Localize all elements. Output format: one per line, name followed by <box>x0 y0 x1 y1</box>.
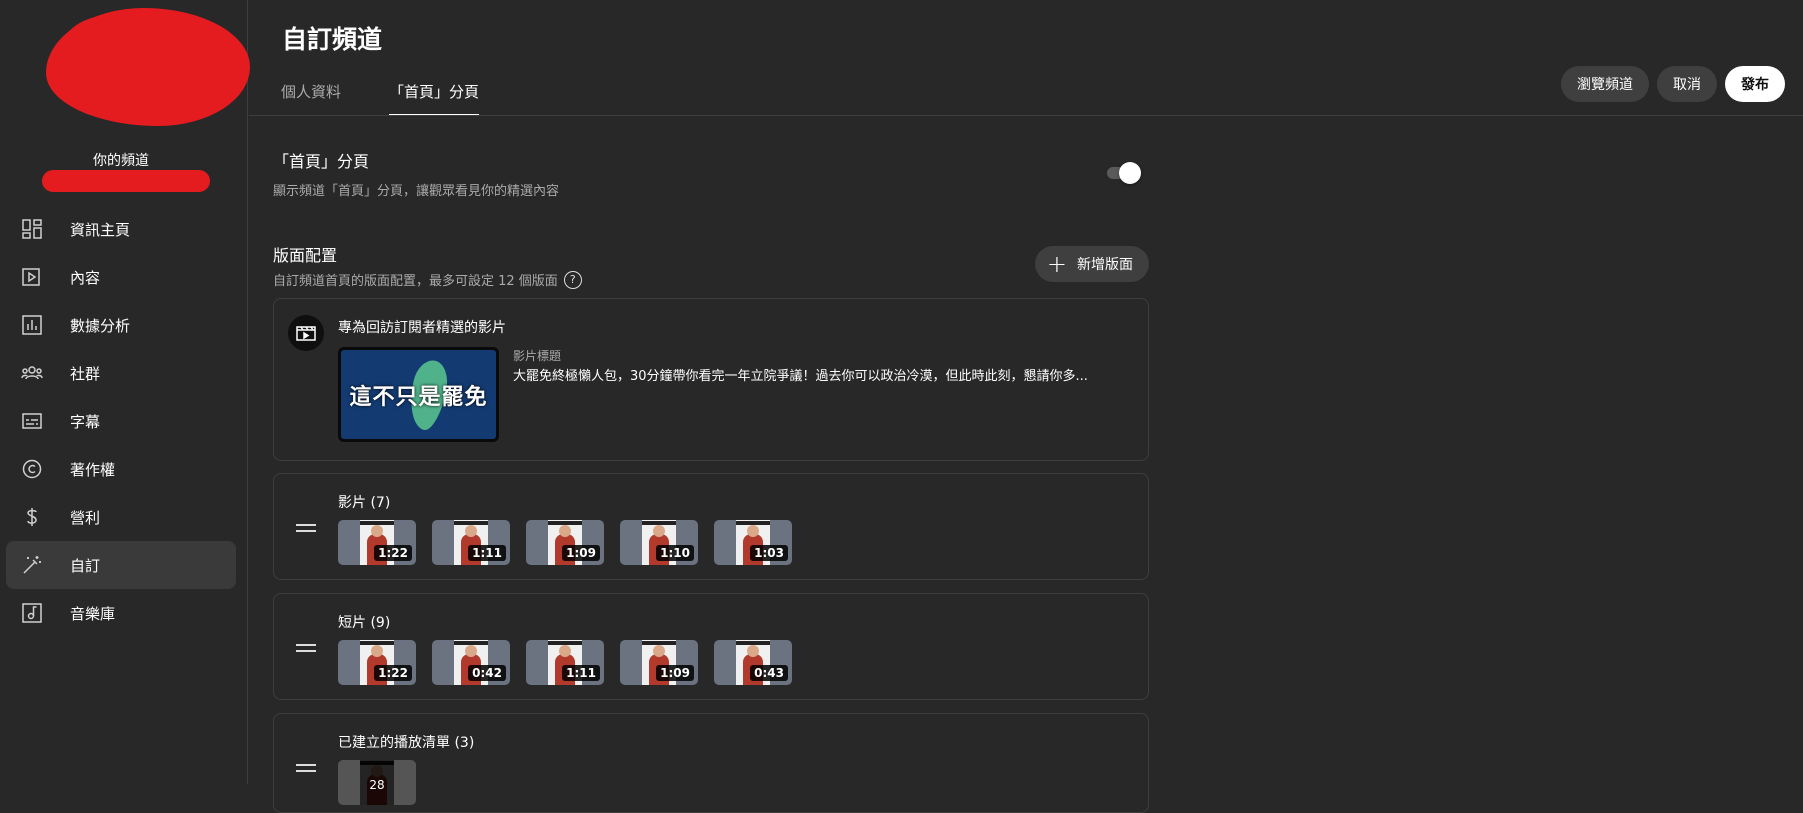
page-title: 自訂頻道 <box>282 25 383 54</box>
sidebar-item-label: 內容 <box>70 268 101 287</box>
shorts-section-card[interactable]: 短片 (9) 1:22 0:42 1:11 1:09 0:43 <box>273 593 1149 700</box>
section-title: 短片 (9) <box>338 615 391 631</box>
sidebar-item-analytics[interactable]: 數據分析 <box>6 301 236 349</box>
audio-library-icon <box>20 601 44 625</box>
duration-badge: 0:43 <box>750 665 788 681</box>
videos-section-card[interactable]: 影片 (7) 1:22 1:11 1:09 1:10 1:03 <box>273 473 1149 580</box>
sidebar-item-customization[interactable]: 自訂 <box>6 541 236 589</box>
duration-badge: 1:09 <box>562 545 600 561</box>
sidebar-item-label: 營利 <box>70 508 101 527</box>
video-thumbnail[interactable]: 1:09 <box>526 520 604 565</box>
video-thumbnails: 1:22 1:11 1:09 1:10 1:03 <box>338 520 808 565</box>
home-tab-title: 「首頁」分頁 <box>273 152 370 171</box>
plus-icon: + <box>1046 250 1067 278</box>
sidebar-item-audio-library[interactable]: 音樂庫 <box>6 589 236 637</box>
drag-handle-icon[interactable] <box>296 524 316 536</box>
playlist-thumbnail[interactable]: 28 <box>338 760 416 805</box>
publish-button[interactable]: 發布 <box>1725 66 1785 102</box>
subtitles-icon <box>20 409 44 433</box>
your-channel-label[interactable]: 你的頻道 <box>0 150 242 170</box>
tab-profile[interactable]: 個人資料 <box>281 78 341 116</box>
playlist-video-count: 28 <box>360 760 394 805</box>
add-section-button[interactable]: + 新增版面 <box>1034 246 1149 282</box>
magic-wand-icon <box>20 553 44 577</box>
sidebar-item-copyright[interactable]: 著作權 <box>6 445 236 493</box>
shorts-thumbnails: 1:22 0:42 1:11 1:09 0:43 <box>338 640 808 685</box>
sidebar-item-community[interactable]: 社群 <box>6 349 236 397</box>
help-icon[interactable]: ? <box>563 270 582 289</box>
duration-badge: 1:11 <box>468 545 506 561</box>
monetization-icon <box>20 505 44 529</box>
sidebar-item-label: 數據分析 <box>70 316 131 335</box>
dashboard-icon <box>20 217 44 241</box>
short-thumbnail[interactable]: 1:09 <box>620 640 698 685</box>
channel-name-redacted <box>42 170 210 192</box>
copyright-icon <box>20 457 44 481</box>
duration-badge: 1:10 <box>656 545 694 561</box>
duration-badge: 1:09 <box>656 665 694 681</box>
home-tab-toggle[interactable] <box>1105 162 1141 184</box>
sidebar-item-label: 音樂庫 <box>70 604 116 623</box>
sidebar-item-content[interactable]: 內容 <box>6 253 236 301</box>
section-title: 影片 (7) <box>338 495 391 511</box>
home-tab-subtitle: 顯示頻道「首頁」分頁，讓觀眾看見你的精選內容 <box>273 184 560 199</box>
header-actions: 瀏覽頻道 取消 發布 <box>1553 66 1785 102</box>
playlists-section-card[interactable]: 已建立的播放清單 (3) 28 <box>273 713 1149 813</box>
sidebar-item-monetization[interactable]: 營利 <box>6 493 236 541</box>
featured-video-icon <box>288 315 324 351</box>
sidebar: 你的頻道 資訊主頁 內容 數據分析 社群 字幕 著作權 營利 自訂 音樂庫 <box>0 0 250 784</box>
main-content: 自訂頻道 個人資料 「首頁」分頁 瀏覽頻道 取消 發布 「首頁」分頁 顯示頻道「… <box>249 0 1803 813</box>
duration-badge: 1:03 <box>750 545 788 561</box>
duration-badge: 1:22 <box>374 665 412 681</box>
sidebar-item-label: 字幕 <box>70 412 101 431</box>
drag-handle-icon[interactable] <box>296 644 316 656</box>
sidebar-item-label: 自訂 <box>70 556 101 575</box>
short-thumbnail[interactable]: 0:43 <box>714 640 792 685</box>
section-title: 已建立的播放清單 (3) <box>338 735 475 751</box>
sidebar-item-label: 著作權 <box>70 460 116 479</box>
video-title-label: 影片標題 <box>513 349 562 363</box>
tab-bar: 個人資料 「首頁」分頁 <box>281 78 527 116</box>
add-section-label: 新增版面 <box>1077 257 1133 273</box>
sidebar-item-label: 資訊主頁 <box>70 220 131 239</box>
video-title-value: 大罷免終極懶人包，30分鐘帶你看完一年立院爭議！過去你可以政治冷漠，但此時此刻，… <box>513 369 1088 384</box>
home-tab-row: 「首頁」分頁 顯示頻道「首頁」分頁，讓觀眾看見你的精選內容 <box>273 148 1149 199</box>
duration-badge: 0:42 <box>468 665 506 681</box>
cancel-button[interactable]: 取消 <box>1657 66 1717 102</box>
video-thumbnail[interactable]: 1:11 <box>432 520 510 565</box>
layout-subtitle-row: 自訂頻道首頁的版面配置，最多可設定 12 個版面 ? <box>273 270 1149 289</box>
featured-video-card[interactable]: 專為回訪訂閱者精選的影片 這不只是罷免 影片標題 大罷免終極懶人包，30分鐘帶你… <box>273 298 1149 461</box>
tab-home[interactable]: 「首頁」分頁 <box>389 78 480 116</box>
short-thumbnail[interactable]: 1:22 <box>338 640 416 685</box>
header-divider <box>249 115 1803 116</box>
layout-subtitle: 自訂頻道首頁的版面配置，最多可設定 12 個版面 <box>273 274 558 289</box>
sidebar-item-dashboard[interactable]: 資訊主頁 <box>6 205 236 253</box>
duration-badge: 1:11 <box>562 665 600 681</box>
video-thumbnail[interactable]: 1:10 <box>620 520 698 565</box>
avatar-redaction <box>64 14 174 74</box>
video-thumbnail[interactable]: 1:03 <box>714 520 792 565</box>
view-channel-button[interactable]: 瀏覽頻道 <box>1561 66 1649 102</box>
video-thumbnail[interactable]: 1:22 <box>338 520 416 565</box>
short-thumbnail[interactable]: 0:42 <box>432 640 510 685</box>
content-icon <box>20 265 44 289</box>
duration-badge: 1:22 <box>374 545 412 561</box>
layout-header: 版面配置 自訂頻道首頁的版面配置，最多可設定 12 個版面 ? <box>273 242 1149 289</box>
thumbnail-text: 這不只是罷免 <box>349 384 488 410</box>
sidebar-item-subtitles[interactable]: 字幕 <box>6 397 236 445</box>
community-icon <box>20 361 44 385</box>
featured-title: 專為回訪訂閱者精選的影片 <box>338 320 506 336</box>
short-thumbnail[interactable]: 1:11 <box>526 640 604 685</box>
playlist-thumbnails: 28 <box>338 760 432 805</box>
featured-thumbnail[interactable]: 這不只是罷免 <box>338 347 499 442</box>
drag-handle-icon[interactable] <box>296 764 316 776</box>
sidebar-nav: 資訊主頁 內容 數據分析 社群 字幕 著作權 營利 自訂 音樂庫 <box>6 205 236 637</box>
toggle-knob <box>1119 162 1141 184</box>
layout-title: 版面配置 <box>273 246 338 265</box>
sidebar-item-label: 社群 <box>70 364 101 383</box>
analytics-icon <box>20 313 44 337</box>
